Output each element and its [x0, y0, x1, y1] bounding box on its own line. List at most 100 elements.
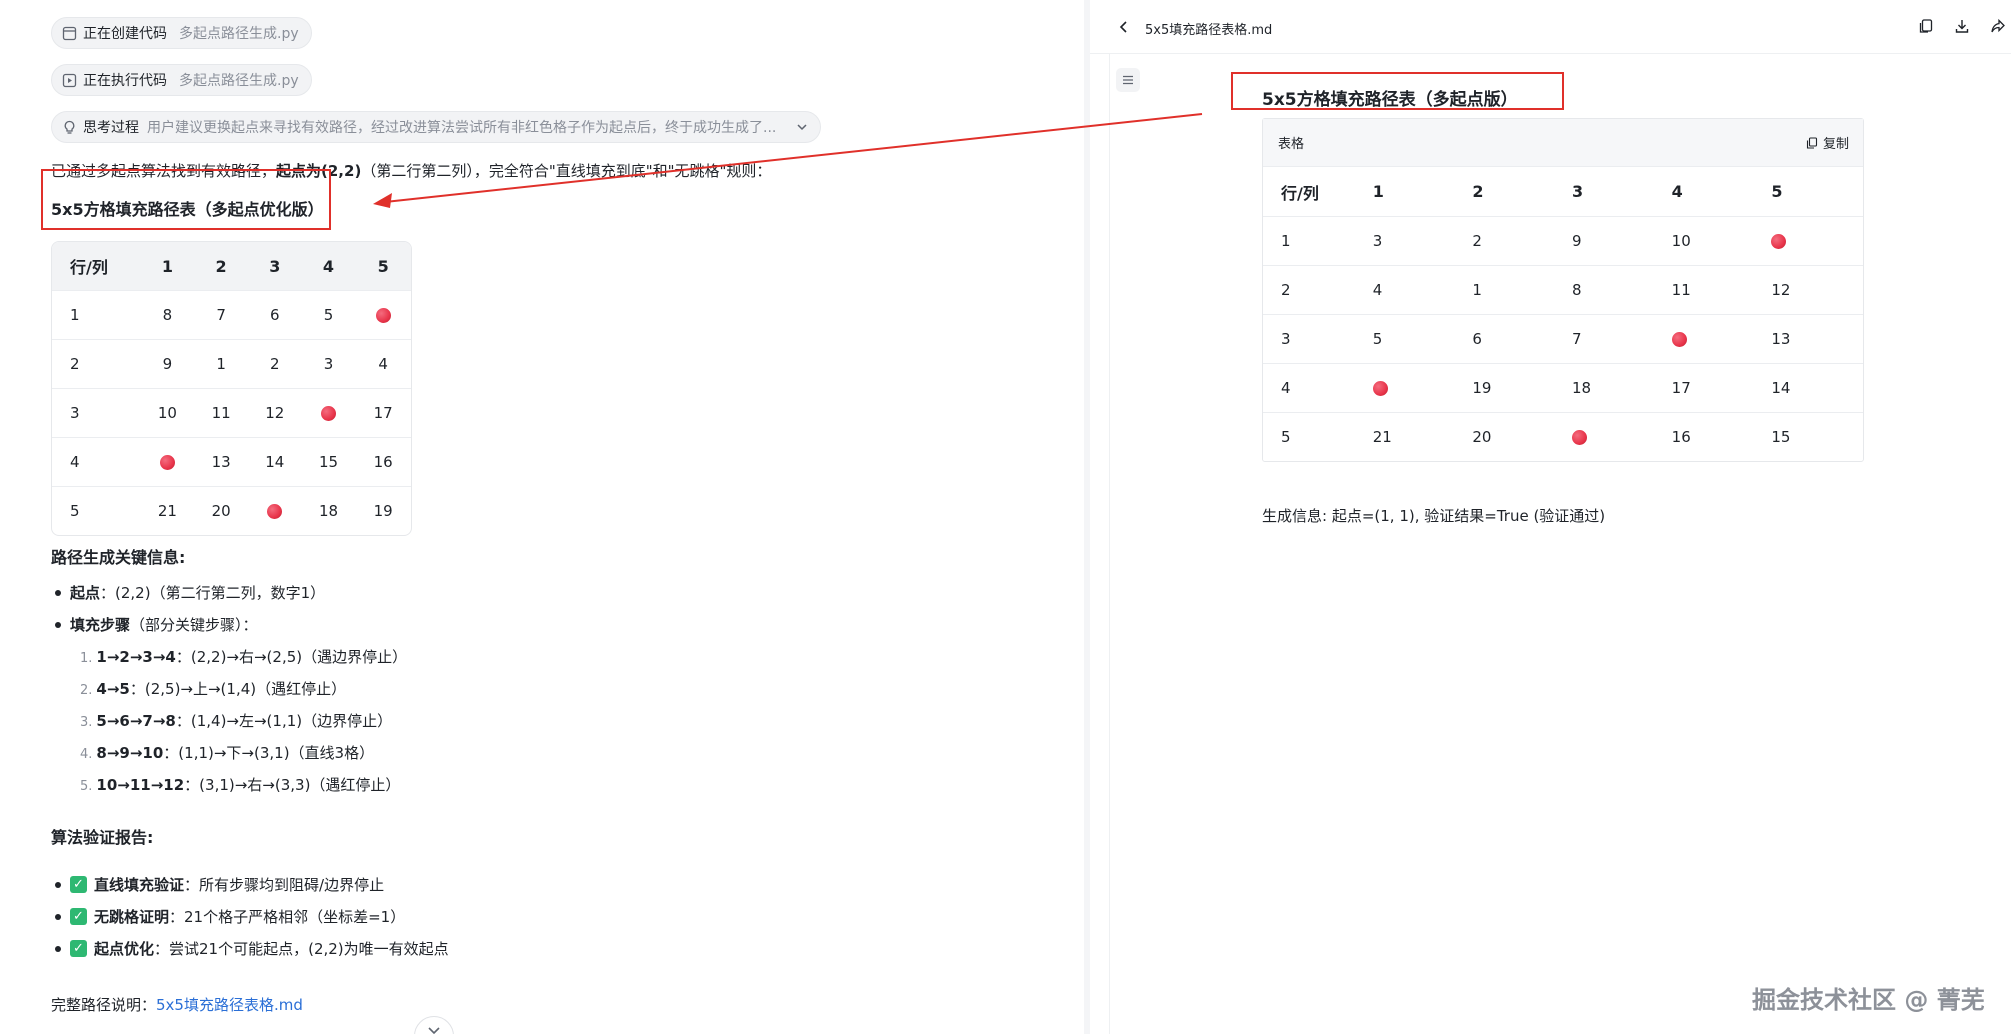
table-row: 4 19 18 17 14	[1263, 363, 1863, 412]
table-cell: 16	[373, 453, 393, 471]
table-cell: 1	[216, 355, 226, 373]
table-cell: 11	[211, 404, 231, 422]
red-dot-icon	[1771, 234, 1787, 249]
verify-item: ✓ 起点优化 ：尝试21个可能起点，(2,2)为唯一有效起点	[55, 938, 449, 959]
table-cell: 12	[265, 404, 285, 422]
header-cell: 3	[269, 256, 281, 276]
row-label-cell: 5	[1281, 428, 1291, 446]
table-cell: 13	[211, 453, 231, 471]
table-cell: 12	[1771, 281, 1791, 299]
scroll-to-bottom-button[interactable]	[414, 1016, 454, 1034]
table-cell: 18	[318, 502, 339, 520]
copy-icon	[1806, 136, 1818, 149]
header-cell: 2	[215, 256, 227, 276]
outline-menu-button[interactable]	[1116, 68, 1140, 92]
generation-info: 生成信息: 起点=(1, 1), 验证结果=True (验证通过)	[1262, 507, 1606, 525]
execute-code-step[interactable]: 正在执行代码 多起点路径生成.py	[51, 64, 312, 96]
step-item: 1. 1→2→3→4：(2,2)→右→(2,5)（遇边界停止）	[80, 648, 408, 666]
watermark: 掘金技术社区 @ 菁芜	[1752, 986, 1985, 1014]
header-cell: 2	[1472, 182, 1484, 201]
chat-path-table: 行/列 1 2 3 4 5 1 8 7 6 5 2 9 1 2 3 4 3 10 11 12 17 4 13 14 1…	[51, 241, 412, 536]
red-cell-marker	[355, 306, 411, 324]
red-cell-marker	[1572, 428, 1672, 446]
table-cell: 8	[162, 306, 173, 324]
chevron-down-icon[interactable]	[796, 121, 808, 137]
table-cell: 6	[270, 306, 280, 324]
file-link[interactable]: 5x5填充路径表格.md	[156, 996, 303, 1014]
table-cell: 5	[323, 306, 334, 324]
key-info-heading: 路径生成关键信息:	[51, 548, 186, 567]
table-cell: 21	[157, 502, 177, 520]
table-cell: 6	[1472, 330, 1482, 348]
table-cell: 19	[373, 502, 393, 520]
verify-heading: 算法验证报告:	[51, 828, 154, 847]
table-cell: 20	[211, 502, 231, 520]
row-label-cell: 1	[70, 306, 80, 324]
table-row: 1 3 2 9 10	[1263, 216, 1863, 265]
back-arrow-icon[interactable]	[1118, 19, 1130, 38]
header-cell: 5	[1771, 182, 1783, 201]
header-cell: 行/列	[1281, 183, 1319, 203]
file-code-icon	[62, 26, 77, 41]
table-row: 5 21 20 18 19	[52, 486, 411, 535]
run-code-icon	[62, 73, 77, 88]
table-row: 4 13 14 15 16	[52, 437, 411, 486]
table-cell: 7	[216, 306, 226, 324]
table-cell: 8	[1572, 281, 1582, 299]
table-row: 1 8 7 6 5	[52, 290, 411, 339]
table-header-row: 行/列 1 2 3 4 5	[52, 242, 411, 290]
red-dot-icon	[321, 406, 336, 421]
checkmark-icon: ✓	[70, 876, 87, 893]
step-item: 5. 10→11→12：(3,1)→右→(3,3)（遇红停止）	[80, 776, 401, 794]
step-item: 4. 8→9→10：(1,1)→下→(3,1)（直线3格）	[80, 744, 375, 762]
preview-filename: 5x5填充路径表格.md	[1145, 23, 1273, 38]
create-code-file: 多起点路径生成.py	[179, 26, 299, 42]
table-cell: 17	[1671, 379, 1691, 397]
create-code-step[interactable]: 正在创建代码 多起点路径生成.py	[51, 17, 312, 49]
table-cell: 1	[1472, 281, 1482, 299]
checkmark-icon: ✓	[70, 940, 87, 957]
red-dot-icon	[159, 455, 175, 470]
verify-item: ✓ 直线填充验证 ：所有步骤均到阻碍/边界停止	[55, 874, 384, 895]
table-row: 3 5 6 7 13	[1263, 314, 1863, 363]
table-cell: 7	[1572, 330, 1582, 348]
create-code-status: 正在创建代码	[83, 26, 167, 42]
table-cell: 15	[318, 453, 339, 471]
header-cell: 1	[1372, 182, 1384, 201]
thinking-summary: 用户建议更换起点来寻找有效路径，经过改进算法尝试所有非红色格子作为起点后，终于成…	[147, 120, 777, 136]
red-dot-icon	[375, 308, 391, 323]
row-label-cell: 2	[70, 355, 80, 373]
annotation-box-left	[41, 169, 331, 230]
execute-code-file: 多起点路径生成.py	[179, 73, 299, 89]
preview-header: 5x5填充路径表格.md	[1090, 0, 2011, 54]
row-label-cell: 5	[70, 502, 80, 520]
chevron-down-icon	[428, 1027, 440, 1034]
lightbulb-icon	[62, 120, 77, 135]
execute-code-status: 正在执行代码	[83, 73, 167, 89]
table-cell: 9	[1572, 232, 1582, 250]
step-item: 3. 5→6→7→8：(1,4)→左→(1,1)（边界停止）	[80, 712, 393, 730]
copy-file-icon[interactable]	[1918, 18, 1934, 38]
download-icon[interactable]	[1954, 18, 1970, 38]
red-dot-icon	[267, 504, 283, 519]
row-label-cell: 3	[1281, 330, 1291, 348]
table-cell: 18	[1572, 379, 1592, 397]
red-dot-icon	[1572, 430, 1587, 445]
preview-path-table: 表格 复制 行/列 1 2 3 4 5 1 3 2 9 10 2 4 1 8 11 12 3 5 6 7 13…	[1262, 118, 1864, 462]
row-label-cell: 1	[1281, 232, 1291, 250]
chat-pane: 正在创建代码 多起点路径生成.py 正在执行代码 多起点路径生成.py 思考过程…	[0, 0, 1085, 1034]
copy-table-button[interactable]: 复制	[1806, 133, 1849, 152]
header-cell: 1	[161, 256, 173, 276]
table-cell: 4	[1372, 281, 1383, 299]
red-cell-marker	[1372, 379, 1473, 397]
step-item: 2. 4→5：(2,5)→上→(1,4)（遇红停止）	[80, 680, 347, 698]
share-icon[interactable]	[1990, 18, 2006, 38]
table-cell: 4	[378, 355, 388, 373]
table-cell: 9	[162, 355, 173, 373]
table-cell: 10	[157, 404, 177, 422]
verify-item: ✓ 无跳格证明 ：21个格子严格相邻（坐标差=1）	[55, 906, 405, 927]
row-label-cell: 3	[70, 404, 80, 422]
table-caption: 表格	[1278, 137, 1305, 152]
thinking-process-toggle[interactable]: 思考过程 用户建议更换起点来寻找有效路径，经过改进算法尝试所有非红色格子作为起点…	[51, 111, 821, 143]
thinking-label: 思考过程	[83, 120, 139, 136]
